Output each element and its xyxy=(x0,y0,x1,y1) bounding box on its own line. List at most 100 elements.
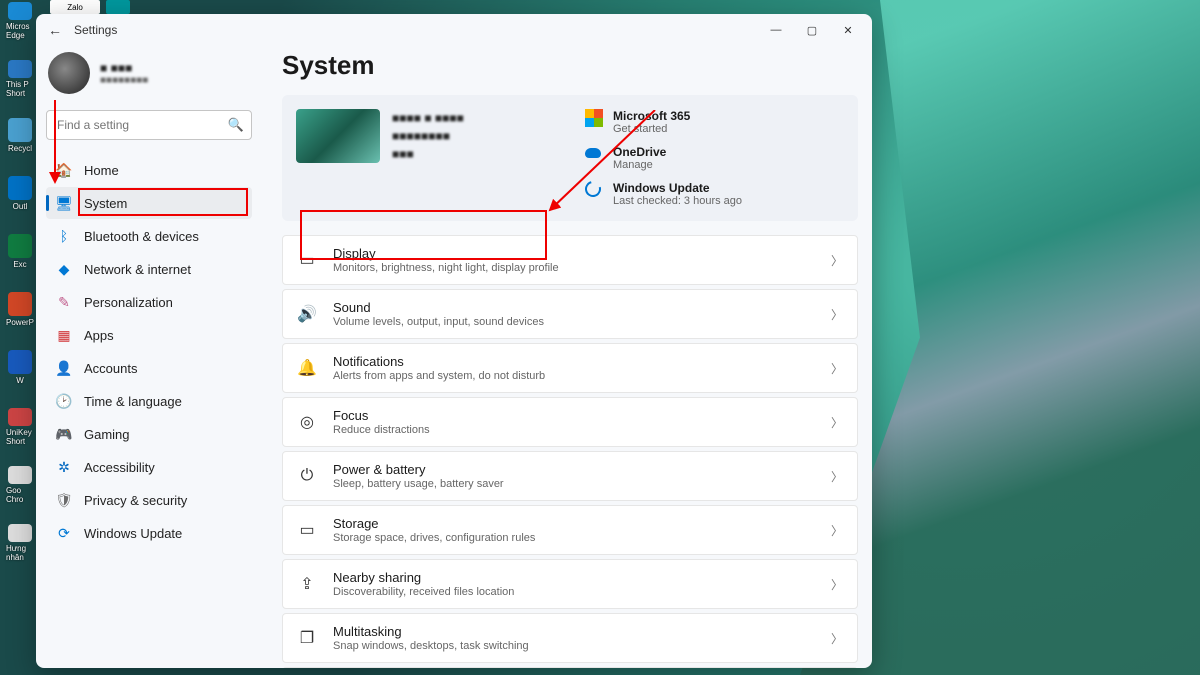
nav-label: Windows Update xyxy=(84,526,182,541)
nav-label: Accessibility xyxy=(84,460,155,475)
service-winupdate[interactable]: Windows UpdateLast checked: 3 hours ago xyxy=(585,181,844,207)
m365-icon xyxy=(585,109,603,127)
card-sub: Snap windows, desktops, task switching xyxy=(333,640,815,652)
nav-icon: 👤 xyxy=(56,360,72,376)
nav-item-bluetooth-devices[interactable]: ᛒBluetooth & devices xyxy=(46,220,252,252)
winupdate-icon xyxy=(585,181,603,199)
card-display[interactable]: ▭ DisplayMonitors, brightness, night ligh… xyxy=(282,235,858,285)
card-power-battery[interactable]: ⏻Power & batterySleep, battery usage, ba… xyxy=(282,451,858,501)
nav-item-home[interactable]: 🏠Home xyxy=(46,154,252,186)
card-title: Storage xyxy=(333,516,815,531)
service-onedrive[interactable]: OneDriveManage xyxy=(585,145,844,171)
nav-item-network-internet[interactable]: ◆ Network & internet xyxy=(46,253,252,285)
nav-icon: 🕑 xyxy=(56,393,72,409)
nav-icon: ▦ xyxy=(56,327,72,343)
card-title: Nearby sharing xyxy=(333,570,815,585)
card-sub: Monitors, brightness, night light, displ… xyxy=(333,262,815,274)
nav-label: Privacy & security xyxy=(84,493,187,508)
minimize-button[interactable]: ― xyxy=(758,17,794,43)
card-sub: Volume levels, output, input, sound devi… xyxy=(333,316,815,328)
nav-label: Bluetooth & devices xyxy=(84,229,199,244)
nav-item-accounts[interactable]: 👤Accounts xyxy=(46,352,252,384)
card-icon: ▭ xyxy=(297,250,317,270)
service-m365[interactable]: Microsoft 365Get started xyxy=(585,109,844,135)
hero-panel: ■■■■ ■ ■■■■ ■■■■■■■■ ■■■ Microsoft 365Ge… xyxy=(282,95,858,221)
nav-item-gaming[interactable]: 🎮Gaming xyxy=(46,418,252,450)
desktop-icon[interactable]: Recycl xyxy=(6,118,34,156)
nav-item-time-language[interactable]: 🕑 Time & language xyxy=(46,385,252,417)
desktop-icon[interactable]: Micros Edge xyxy=(6,2,34,40)
desktop-icons: Micros Edge This P Short Recycl Outl Exc Powe… xyxy=(6,2,36,562)
nav-icon: 🏠 xyxy=(56,162,72,178)
card-icon: 🔊 xyxy=(297,304,317,324)
nav-label: Apps xyxy=(84,328,114,343)
nav-item-personalization[interactable]: ✎Personalization xyxy=(46,286,252,318)
card-storage[interactable]: ▭StorageStorage space, drives, configura… xyxy=(282,505,858,555)
pc-rename: ■■■ xyxy=(392,145,464,163)
settings-window: ← Settings ― ▢ ✕ ■ ■■■ ■■■■■■■■ 🔍 🏠Home🖥… xyxy=(36,14,872,668)
desktop-icon[interactable]: PowerP xyxy=(6,292,34,330)
card-for-developers[interactable]: 〈〉For developersThese settings are inten… xyxy=(282,667,858,668)
content-area: System ■■■■ ■ ■■■■ ■■■■■■■■ ■■■ Microsof… xyxy=(262,46,872,668)
card-icon: ◎ xyxy=(297,412,317,432)
taskbar-zalo[interactable]: Zalo xyxy=(50,0,100,14)
desktop-icon[interactable]: Exc xyxy=(6,234,34,272)
nav-list: 🏠Home🖥SystemᛒBluetooth & devices ◆ Network… xyxy=(46,154,252,549)
card-title: Multitasking xyxy=(333,624,815,639)
card-focus[interactable]: ◎ FocusReduce distractions 〉 xyxy=(282,397,858,447)
chevron-right-icon: 〉 xyxy=(831,360,843,377)
card-nearby-sharing[interactable]: ⇪Nearby sharingDiscoverability, received… xyxy=(282,559,858,609)
nav-label: Personalization xyxy=(84,295,173,310)
sidebar: ■ ■■■ ■■■■■■■■ 🔍 🏠Home🖥SystemᛒBluetooth … xyxy=(36,46,262,668)
maximize-button[interactable]: ▢ xyxy=(794,17,830,43)
user-profile[interactable]: ■ ■■■ ■■■■■■■■ xyxy=(46,46,252,106)
desktop-icon[interactable]: W xyxy=(6,350,34,388)
nav-item-windows-update[interactable]: ⟳Windows Update xyxy=(46,517,252,549)
nav-label: Time & language xyxy=(84,394,182,409)
onedrive-sub: Manage xyxy=(613,159,666,171)
page-heading: System xyxy=(282,50,858,81)
desktop-icon[interactable]: This P Short xyxy=(6,60,34,98)
desktop-icon[interactable]: Outl xyxy=(6,176,34,214)
chevron-right-icon: 〉 xyxy=(831,522,843,539)
profile-email: ■■■■■■■■ xyxy=(100,75,148,86)
chevron-right-icon: 〉 xyxy=(831,306,843,323)
card-icon: ⏻ xyxy=(297,466,317,486)
window-titlebar: ← Settings ― ▢ ✕ xyxy=(36,14,872,46)
card-sub: Sleep, battery usage, battery saver xyxy=(333,478,815,490)
open-app-tabs: Zalo xyxy=(50,0,130,14)
chevron-right-icon: 〉 xyxy=(831,414,843,431)
card-sub: Storage space, drives, configuration rul… xyxy=(333,532,815,544)
card-title: Focus xyxy=(333,408,815,423)
card-multitasking[interactable]: ❐MultitaskingSnap windows, desktops, tas… xyxy=(282,613,858,663)
card-notifications[interactable]: 🔔NotificationsAlerts from apps and syste… xyxy=(282,343,858,393)
close-button[interactable]: ✕ xyxy=(830,17,866,43)
nav-label: Network & internet xyxy=(84,262,191,277)
card-title: Display xyxy=(333,246,815,261)
m365-title: Microsoft 365 xyxy=(613,109,690,123)
pc-name: ■■■■ ■ ■■■■ xyxy=(392,109,464,127)
search-input[interactable] xyxy=(46,110,252,140)
nav-icon: 🖥 xyxy=(56,195,72,211)
search-box[interactable]: 🔍 xyxy=(46,110,252,140)
pc-model: ■■■■■■■■ xyxy=(392,127,464,145)
back-button[interactable]: ← xyxy=(42,17,68,43)
taskbar-arduino[interactable] xyxy=(106,0,130,14)
desktop-icon[interactable]: Goo Chro xyxy=(6,466,34,504)
onedrive-title: OneDrive xyxy=(613,145,666,159)
card-sound[interactable]: 🔊SoundVolume levels, output, input, soun… xyxy=(282,289,858,339)
nav-item-apps[interactable]: ▦ Apps xyxy=(46,319,252,351)
nav-item-system[interactable]: 🖥System xyxy=(46,187,252,219)
pc-info[interactable]: ■■■■ ■ ■■■■ ■■■■■■■■ ■■■ xyxy=(296,109,555,171)
desktop-icon[interactable]: Hưng nhân xyxy=(6,524,34,562)
app-name: Settings xyxy=(74,23,117,37)
nav-icon: ◆ xyxy=(56,261,72,277)
card-sub: Reduce distractions xyxy=(333,424,815,436)
search-icon: 🔍 xyxy=(228,117,244,133)
nav-item-privacy-security[interactable]: 🛡Privacy & security xyxy=(46,484,252,516)
chevron-right-icon: 〉 xyxy=(831,252,843,269)
pc-thumbnail xyxy=(296,109,380,163)
m365-sub: Get started xyxy=(613,123,690,135)
nav-item-accessibility[interactable]: ✲Accessibility xyxy=(46,451,252,483)
desktop-icon[interactable]: UniKey Short xyxy=(6,408,34,446)
